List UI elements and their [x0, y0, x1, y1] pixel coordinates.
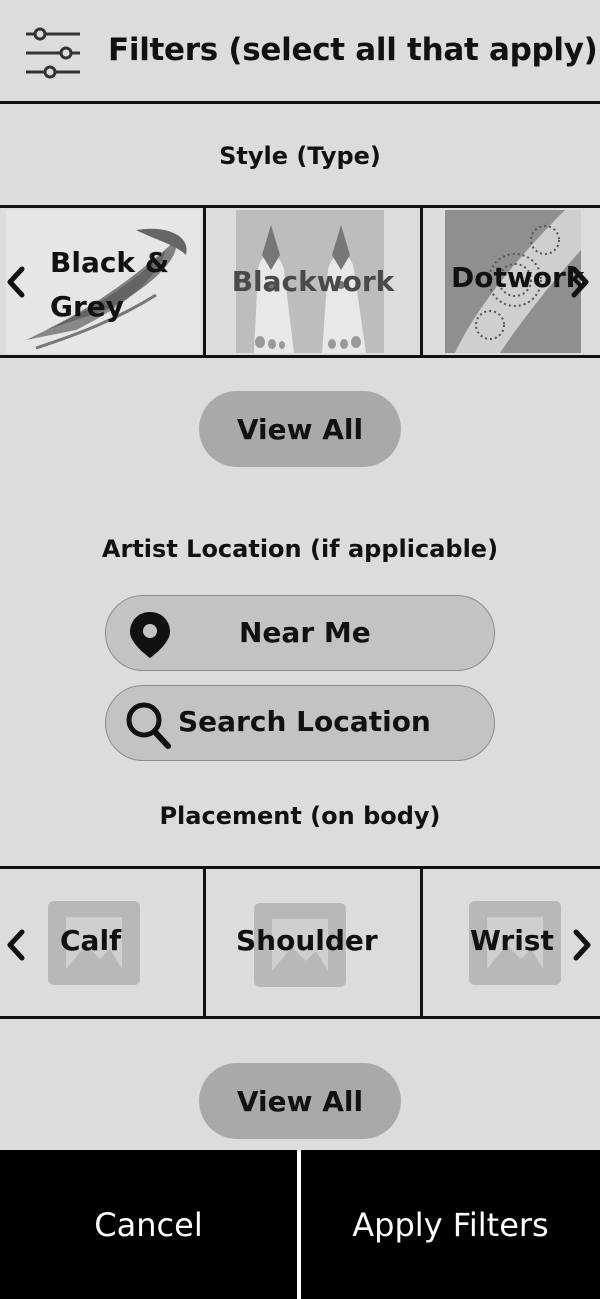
style-tile-label: Dotwork — [451, 261, 585, 294]
filters-header: Filters (select all that apply) — [0, 0, 600, 104]
placement-tile-label: Calf — [60, 924, 122, 957]
style-tile-blackwork[interactable]: Blackwork — [206, 208, 420, 355]
carousel-next-icon[interactable] — [570, 925, 594, 965]
style-view-all-button[interactable]: View All — [199, 391, 401, 467]
placement-tile-shoulder[interactable]: Shoulder — [206, 869, 420, 1016]
search-location-button[interactable]: Search Location — [105, 685, 495, 761]
placement-view-all-button[interactable]: View All — [199, 1063, 401, 1139]
placement-carousel: Calf Shoulder Wrist — [0, 866, 600, 1019]
near-me-button[interactable]: Near Me — [105, 595, 495, 671]
style-section-label: Style (Type) — [219, 142, 381, 170]
near-me-label: Near Me — [239, 616, 371, 649]
search-location-label: Search Location — [178, 705, 431, 738]
style-tile-black-grey[interactable]: Black & Grey — [0, 208, 203, 355]
placement-section-label: Placement (on body) — [159, 802, 441, 830]
style-tile-label: Blackwork — [231, 264, 395, 298]
cancel-button[interactable]: Cancel — [0, 1150, 297, 1299]
page-title: Filters (select all that apply) — [108, 32, 598, 68]
style-carousel: Black & Grey Blackwork Dotwork — [0, 205, 600, 358]
carousel-prev-icon[interactable] — [4, 262, 28, 302]
search-icon — [126, 702, 171, 749]
placement-tile-label: Wrist — [470, 924, 554, 957]
footer-bar: Cancel Apply Filters — [0, 1150, 600, 1299]
placement-tile-calf[interactable]: Calf — [0, 869, 203, 1016]
carousel-next-icon[interactable] — [568, 262, 592, 302]
carousel-prev-icon[interactable] — [4, 925, 28, 965]
location-pin-icon — [130, 612, 170, 658]
style-tile-label: Black & Grey — [50, 246, 170, 323]
sliders-icon — [26, 27, 80, 79]
placement-tile-label: Shoulder — [236, 924, 378, 957]
location-section-label: Artist Location (if applicable) — [101, 535, 499, 563]
apply-filters-button[interactable]: Apply Filters — [301, 1150, 600, 1299]
